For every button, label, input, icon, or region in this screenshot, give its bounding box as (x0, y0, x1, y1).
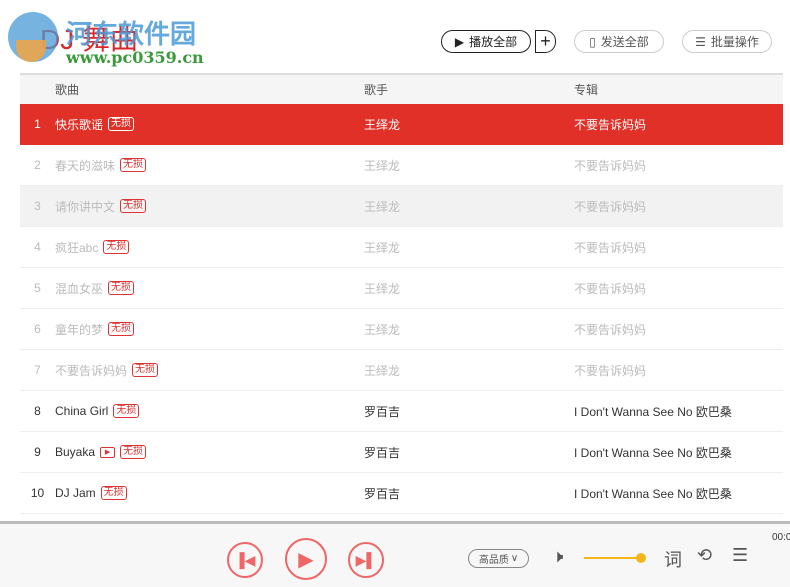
song-title[interactable]: 童年的梦 (55, 321, 103, 338)
repeat-icon[interactable]: ⟲ (697, 545, 712, 566)
table-row[interactable]: 1 快乐歌谣 无损 王绎龙 不要告诉妈妈 (20, 104, 783, 145)
header-album: 专辑 (574, 83, 599, 97)
lyrics-button[interactable]: 词 (664, 546, 682, 572)
table-row[interactable]: 4 疯狂abc 无损 王绎龙 不要告诉妈妈 (20, 227, 783, 268)
singer[interactable]: 王绎龙 (364, 116, 574, 133)
lossless-badge: 无损 (120, 158, 147, 172)
table-row[interactable]: 5 混血女巫 无损 王绎龙 不要告诉妈妈 (20, 268, 783, 309)
play-button[interactable]: ▶ (285, 538, 327, 580)
table-row[interactable]: 2 春天的滋味 无损 王绎龙 不要告诉妈妈 (20, 145, 783, 186)
singer[interactable]: 罗百吉 (364, 485, 574, 502)
song-table: 歌曲 歌手 专辑 1 快乐歌谣 无损 王绎龙 不要告诉妈妈 2 春天的滋味 无损 王… (20, 73, 783, 514)
album[interactable]: I Don't Wanna See No 欧巴桑 (574, 444, 783, 461)
singer[interactable]: 罗百吉 (364, 403, 574, 420)
table-row[interactable]: 9 Buyaka ▶ 无损 罗百吉 I Don't Wanna See No 欧巴桑 (20, 432, 783, 473)
row-number: 6 (34, 322, 41, 336)
chevron-down-icon: ∨ (510, 553, 519, 564)
table-row[interactable]: 8 China Girl 无损 罗百吉 I Don't Wanna See No … (20, 391, 783, 432)
play-icon: ▶ (454, 34, 465, 49)
song-title[interactable]: Buyaka (55, 445, 95, 459)
singer[interactable]: 王绎龙 (364, 198, 574, 215)
play-icon: ▶ (298, 548, 314, 571)
song-title[interactable]: DJ Jam (55, 486, 96, 500)
table-row[interactable]: 6 童年的梦 无损 王绎龙 不要告诉妈妈 (20, 309, 783, 350)
row-number: 9 (34, 445, 41, 459)
player-bar: ▐◀ ▶ ▶▌ 高品质 ∨ 🕨 词 ⟲ ☰ 00:0 (0, 521, 790, 587)
album[interactable]: 不要告诉妈妈 (574, 362, 783, 379)
page-title: DJ 舞曲 (40, 24, 139, 55)
volume-slider[interactable] (584, 557, 640, 559)
volume-knob[interactable] (636, 553, 646, 563)
header-song: 歌曲 (55, 83, 80, 97)
next-button[interactable]: ▶▌ (348, 542, 384, 578)
album[interactable]: 不要告诉妈妈 (574, 198, 783, 215)
album[interactable]: I Don't Wanna See No 欧巴桑 (574, 485, 783, 502)
batch-button[interactable]: ☰ 批量操作 (682, 30, 772, 53)
song-title[interactable]: 春天的滋味 (55, 157, 115, 174)
song-title[interactable]: 请你讲中文 (55, 198, 115, 215)
row-number: 5 (34, 281, 41, 295)
row-number: 8 (34, 404, 41, 418)
play-all-button[interactable]: ▶ 播放全部 (441, 30, 531, 53)
table-row[interactable]: 10 DJ Jam 无损 罗百吉 I Don't Wanna See No 欧巴桑 (20, 473, 783, 514)
add-button[interactable]: + (535, 30, 556, 53)
row-number: 2 (34, 158, 41, 172)
lossless-badge: 无损 (103, 240, 130, 254)
lossless-badge: 无损 (108, 281, 135, 295)
row-number: 3 (34, 199, 41, 213)
volume-icon[interactable]: 🕨 (552, 546, 563, 567)
song-title[interactable]: 疯狂abc (55, 239, 98, 256)
mv-icon[interactable]: ▶ (100, 446, 116, 458)
send-all-button[interactable]: ▯ 发送全部 (574, 30, 664, 53)
table-row[interactable]: 7 不要告诉妈妈 无损 王绎龙 不要告诉妈妈 (20, 350, 783, 391)
lossless-badge: 无损 (120, 445, 147, 459)
row-number: 4 (34, 240, 41, 254)
lossless-badge: 无损 (100, 486, 127, 500)
time-display: 00:0 (772, 532, 790, 543)
song-title[interactable]: 混血女巫 (55, 280, 103, 297)
playlist-icon[interactable]: ☰ (732, 545, 748, 566)
table-row[interactable]: 3 请你讲中文 无损 王绎龙 不要告诉妈妈 (20, 186, 783, 227)
album[interactable]: 不要告诉妈妈 (574, 157, 783, 174)
row-number: 7 (34, 363, 41, 377)
previous-icon: ▐◀ (234, 551, 256, 568)
list-icon: ☰ (695, 34, 706, 49)
singer[interactable]: 王绎龙 (364, 321, 574, 338)
table-header: 歌曲 歌手 专辑 (20, 75, 783, 104)
singer[interactable]: 罗百吉 (364, 444, 574, 461)
lossless-badge: 无损 (132, 363, 159, 377)
lossless-badge: 无损 (108, 322, 135, 336)
lossless-badge: 无损 (113, 404, 140, 418)
song-title[interactable]: 不要告诉妈妈 (55, 362, 127, 379)
lossless-badge: 无损 (120, 199, 147, 213)
song-title[interactable]: 快乐歌谣 (55, 116, 103, 133)
next-icon: ▶▌ (355, 551, 377, 568)
row-number: 1 (34, 117, 41, 131)
album[interactable]: 不要告诉妈妈 (574, 239, 783, 256)
header-singer: 歌手 (364, 83, 389, 97)
singer[interactable]: 王绎龙 (364, 239, 574, 256)
row-number: 10 (30, 486, 45, 500)
album[interactable]: 不要告诉妈妈 (574, 116, 783, 133)
phone-icon: ▯ (589, 34, 596, 49)
album[interactable]: 不要告诉妈妈 (574, 321, 783, 338)
lossless-badge: 无损 (108, 117, 135, 131)
album[interactable]: 不要告诉妈妈 (574, 280, 783, 297)
previous-button[interactable]: ▐◀ (227, 542, 263, 578)
singer[interactable]: 王绎龙 (364, 362, 574, 379)
singer[interactable]: 王绎龙 (364, 157, 574, 174)
album[interactable]: I Don't Wanna See No 欧巴桑 (574, 403, 783, 420)
singer[interactable]: 王绎龙 (364, 280, 574, 297)
song-title[interactable]: China Girl (55, 404, 108, 418)
quality-dropdown[interactable]: 高品质 ∨ (468, 549, 529, 568)
